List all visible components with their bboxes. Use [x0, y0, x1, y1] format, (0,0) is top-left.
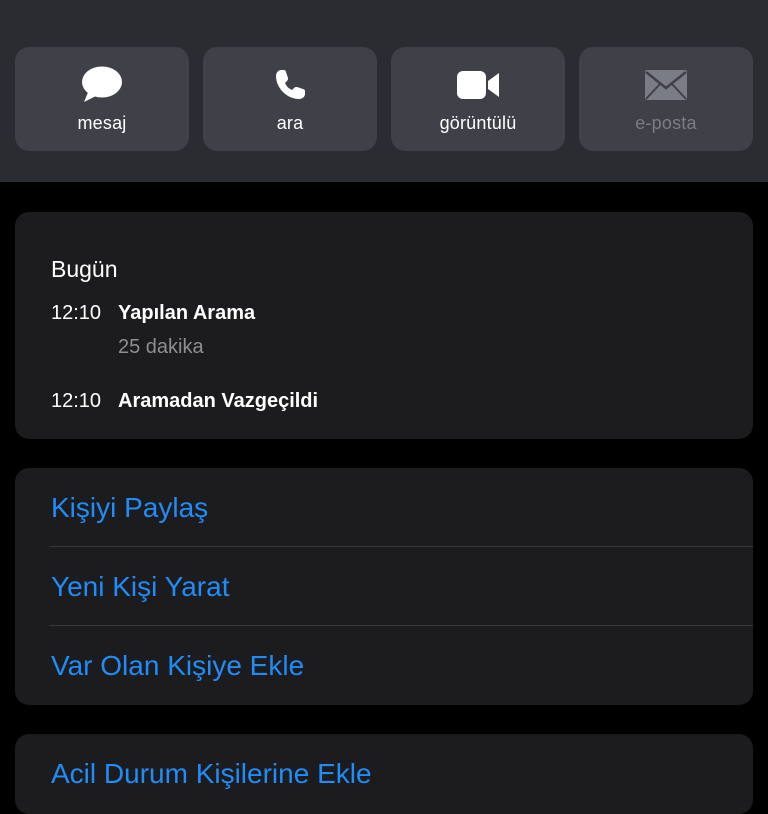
phone-icon	[203, 67, 377, 103]
create-new-contact-row[interactable]: Yeni Kişi Yarat	[15, 547, 753, 626]
email-button[interactable]: e-posta	[579, 47, 753, 151]
envelope-icon	[579, 67, 753, 103]
add-to-existing-contact-row[interactable]: Var Olan Kişiye Ekle	[15, 626, 753, 705]
message-bubble-icon	[15, 66, 189, 103]
emergency-contacts-card[interactable]: Acil Durum Kişilerine Ekle	[15, 734, 753, 814]
contact-actions-card: Kişiyi Paylaş Yeni Kişi Yarat Var Olan K…	[15, 468, 753, 705]
message-button[interactable]: mesaj	[15, 47, 189, 151]
video-button-label: görüntülü	[439, 113, 517, 133]
video-camera-icon	[391, 67, 565, 103]
create-new-contact-label: Yeni Kişi Yarat	[51, 571, 230, 602]
add-to-existing-contact-label: Var Olan Kişiye Ekle	[51, 650, 305, 681]
history-date-title: Bugün	[51, 256, 118, 282]
history-entry-duration: 25 dakika	[118, 336, 204, 358]
call-button-label: ara	[276, 113, 304, 133]
video-button[interactable]: görüntülü	[391, 47, 565, 151]
history-entry-time: 12:10	[51, 390, 102, 412]
history-entry-time: 12:10	[51, 302, 102, 324]
history-entry-type: Yapılan Arama	[118, 302, 256, 324]
share-contact-row[interactable]: Kişiyi Paylaş	[15, 468, 753, 547]
contact-header: mesaj ara görüntülü e-posta	[0, 0, 768, 182]
message-button-label: mesaj	[77, 113, 127, 133]
add-to-emergency-contacts-label: Acil Durum Kişilerine Ekle	[51, 758, 372, 789]
email-button-label: e-posta	[635, 113, 697, 133]
call-history-card: Bugün 12:10 Yapılan Arama 25 dakika 12:1…	[15, 212, 753, 439]
call-button[interactable]: ara	[203, 47, 377, 151]
share-contact-label: Kişiyi Paylaş	[51, 492, 209, 523]
history-entry-type: Aramadan Vazgeçildi	[118, 390, 319, 412]
